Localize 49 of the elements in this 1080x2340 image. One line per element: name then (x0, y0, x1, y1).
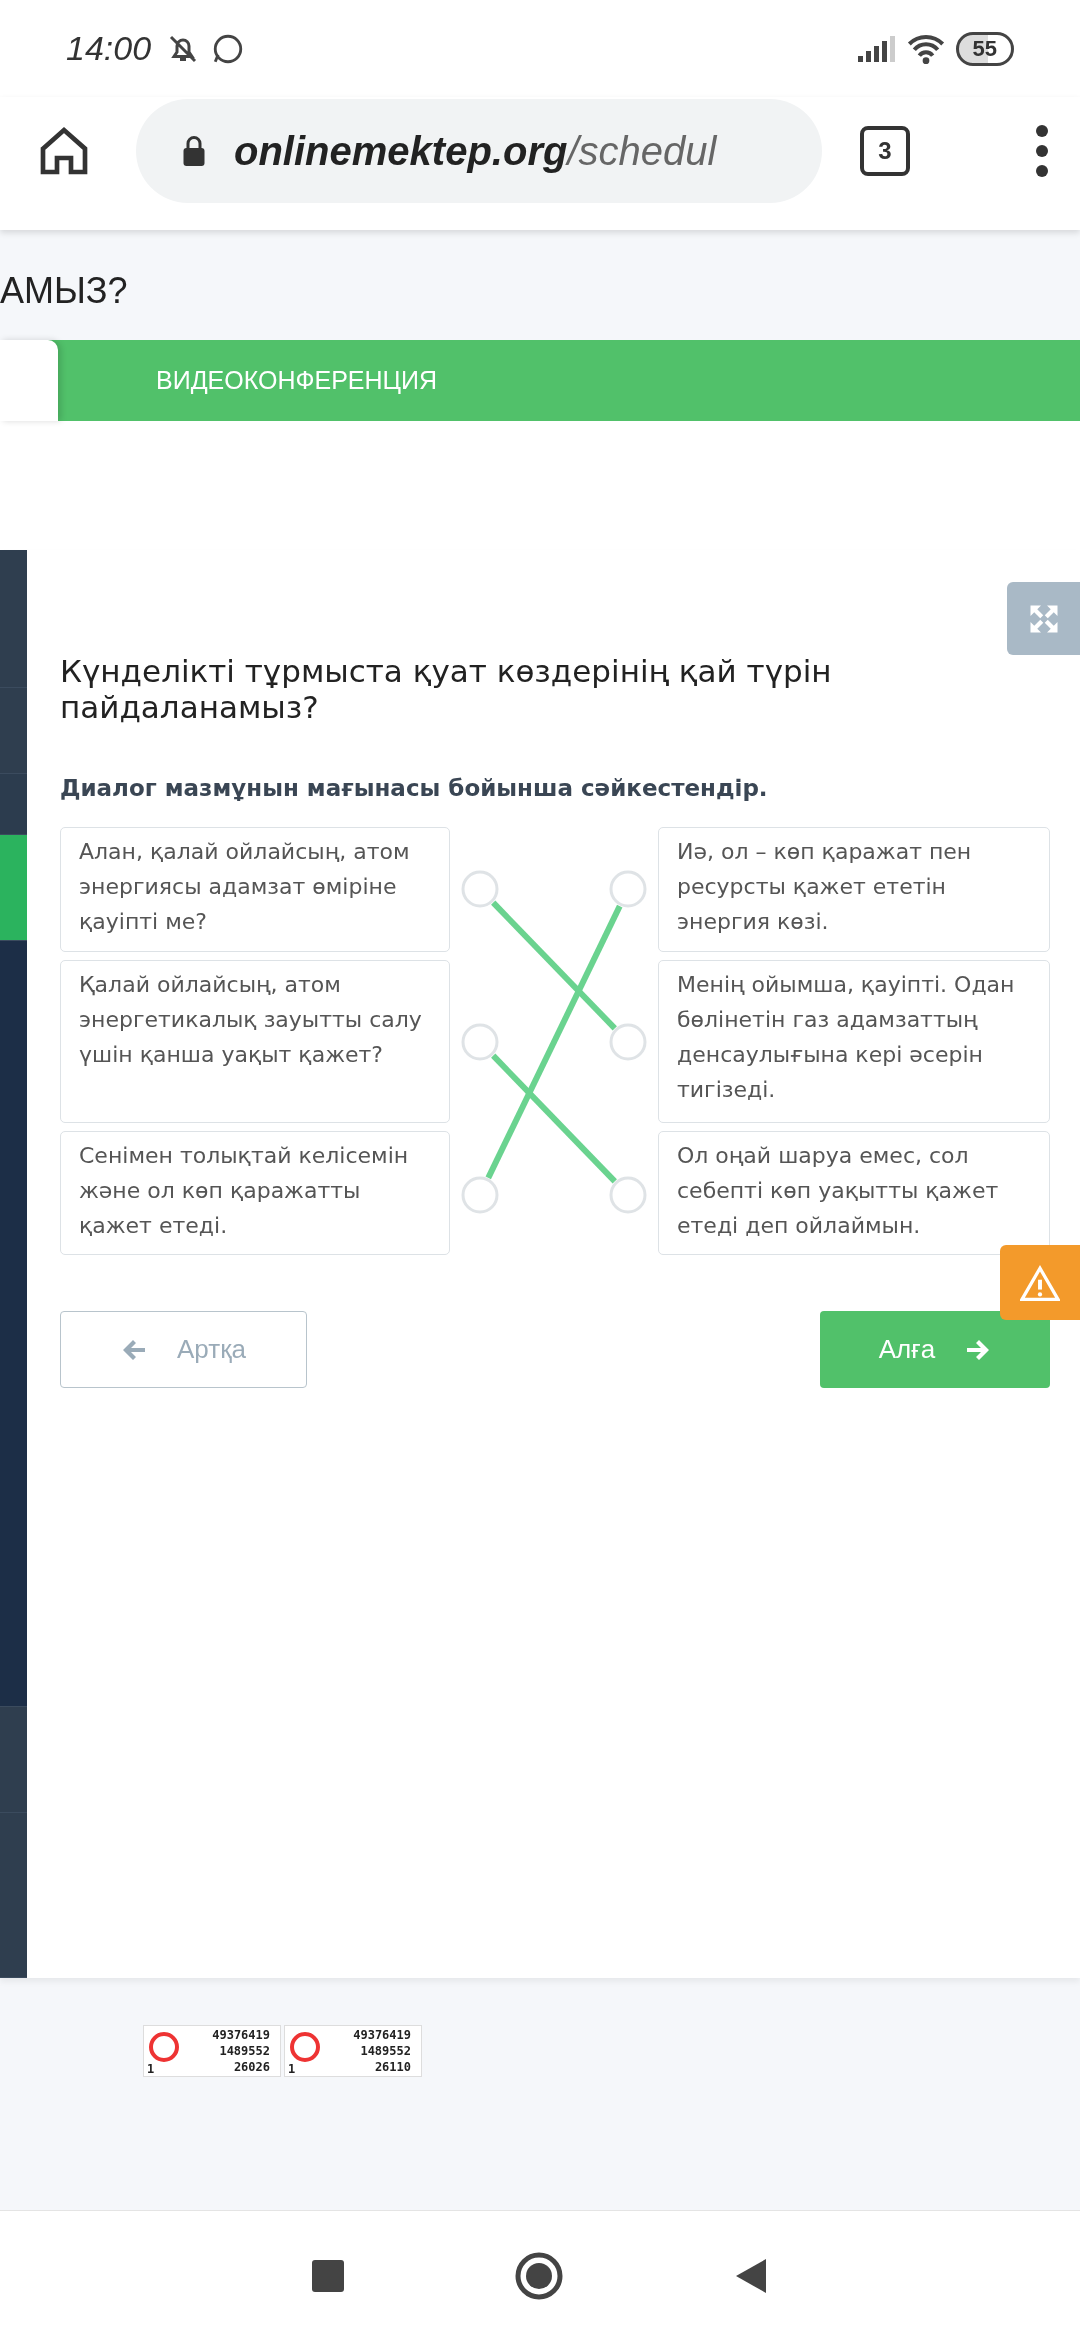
instruction-text: Диалог мазмұнын мағынасы бойынша сәйкестендір. (60, 775, 769, 801)
counter-number: 1489552 (359, 2043, 411, 2059)
fullscreen-button[interactable] (1007, 582, 1080, 655)
sidebar-item[interactable] (0, 941, 27, 1707)
connector-dot[interactable] (461, 1023, 499, 1061)
answer-card[interactable]: Менің ойымша, қауіпті. Одан бөлінетін газ адамзаттың денсаулығына кері әсерін тигізеді. (658, 960, 1050, 1123)
answer-card[interactable]: Қалай ойлайсың, атом энергетикалық зауытты салу үшін қанша уақыт қажет? (60, 960, 450, 1123)
counter-number: 26026 (232, 2059, 270, 2075)
lock-icon (182, 134, 206, 168)
connector-dot[interactable] (609, 1176, 647, 1214)
tab-count-button[interactable]: 3 (860, 126, 910, 176)
answer-card[interactable]: Алан, қалай ойлайсың, атом энергиясы адамзат өміріне қауіпті ме? (60, 827, 450, 952)
battery-level: 55 (955, 31, 1014, 66)
home-button[interactable] (514, 2250, 564, 2301)
address-bar[interactable]: onlinemektep.org/schedul (136, 99, 822, 203)
ring-icon (288, 2030, 322, 2064)
sidebar-item[interactable] (0, 835, 27, 941)
report-button[interactable] (1000, 1245, 1080, 1320)
connector-dot[interactable] (461, 870, 499, 908)
answer-card[interactable]: Иә, ол – көп қаражат пен ресурсты қажет ететін энергия көзі. (658, 827, 1050, 952)
back-nav-button[interactable] (734, 2256, 768, 2295)
url-text: onlinemektep.org/schedul (234, 128, 717, 174)
counter-number: 1 (147, 2062, 155, 2076)
sidebar-item[interactable] (0, 1707, 27, 1813)
arrow-left-icon (121, 1337, 147, 1362)
arrow-right-icon (965, 1337, 992, 1362)
sidebar-item[interactable] (0, 550, 27, 688)
connector-dot[interactable] (461, 1176, 499, 1214)
question-title: Күнделікті тұрмыста қуат көздерінің қай түрін пайдаланамыз? (60, 653, 833, 725)
counter-number: 1489552 (218, 2043, 270, 2059)
counter-number: 49376419 (211, 2027, 270, 2043)
tab-stub[interactable] (0, 340, 58, 421)
connector-dot[interactable] (609, 1023, 647, 1061)
warning-icon (1020, 1264, 1060, 1301)
answer-card[interactable]: Ол оңай шаруа емес, сол себепті көп уақытты қажет етеді деп ойлаймын. (658, 1131, 1050, 1255)
counter-number: 26110 (373, 2059, 411, 2075)
signal-icon (855, 33, 896, 64)
counter-number: 49376419 (352, 2027, 411, 2043)
ring-icon (147, 2030, 181, 2064)
connector-dot[interactable] (609, 870, 647, 908)
menu-icon[interactable] (1034, 123, 1050, 179)
answer-card[interactable]: Сенімен толықтай келісемін және ол көп қаражатты қажет етеді. (60, 1131, 450, 1255)
clock-time: 14:00 (66, 29, 152, 68)
sidebar-item[interactable] (0, 774, 27, 835)
recent-apps-button[interactable] (312, 2259, 344, 2292)
page-title: АМЫЗ? (0, 270, 128, 312)
sidebar-item[interactable] (0, 688, 27, 774)
sidebar-item[interactable] (0, 1813, 27, 1978)
counter-number: 1 (288, 2062, 296, 2076)
